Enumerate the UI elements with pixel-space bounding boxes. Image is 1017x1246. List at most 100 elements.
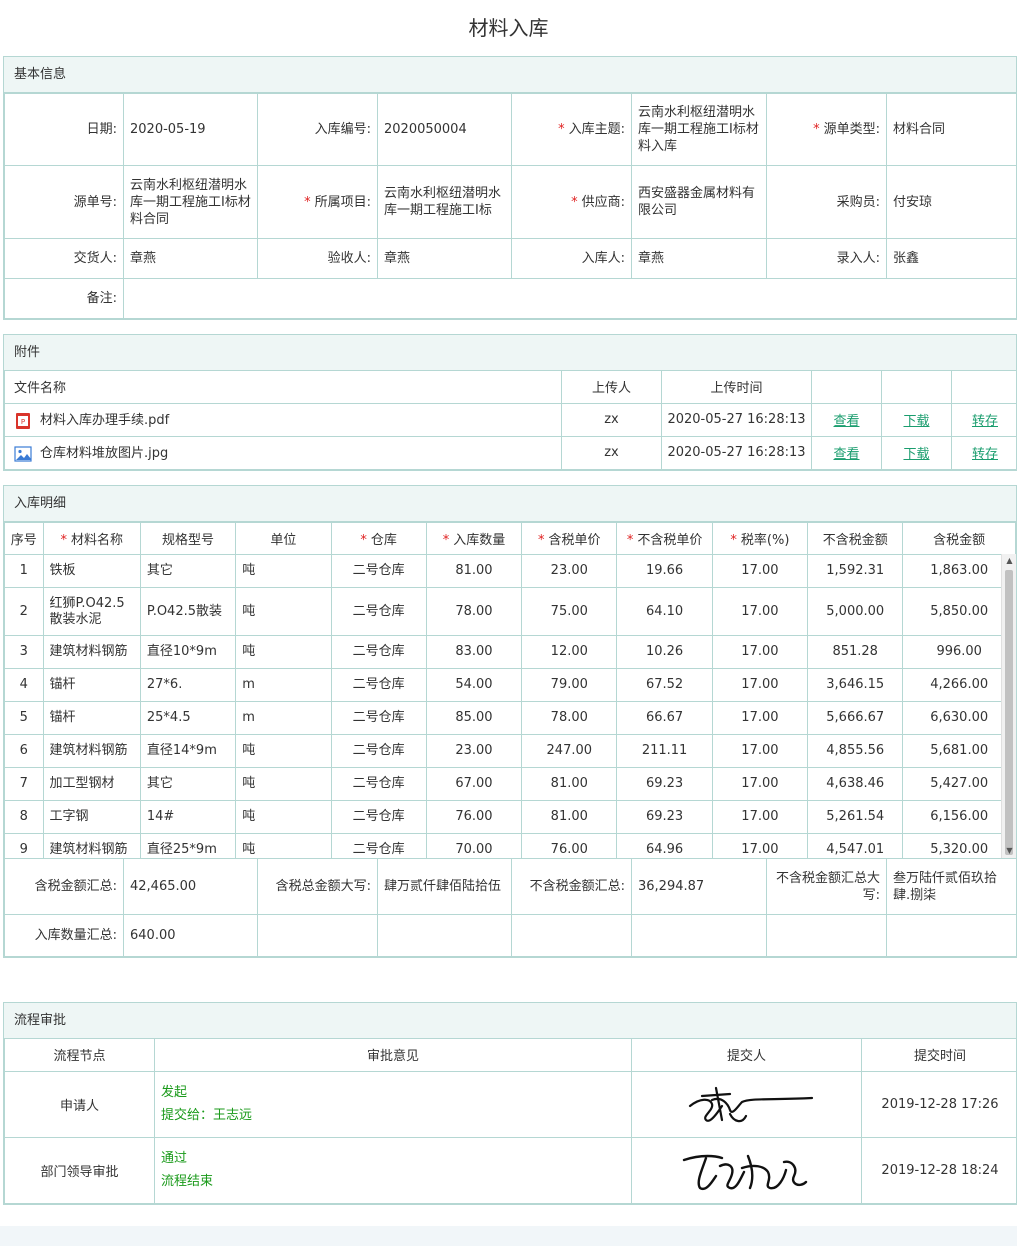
scrollbar-thumb[interactable] xyxy=(1005,570,1013,855)
detail-scrollbar[interactable]: ▲ ▼ xyxy=(1001,554,1016,858)
attachment-row: P 材料入库办理手续.pdf zx 2020-05-27 16:28:13 查看 … xyxy=(4,402,1017,437)
detail-col-header: * 材料名称 xyxy=(42,522,141,555)
detail-cell: 211.11 xyxy=(616,734,713,768)
detail-cell: 5,681.00 xyxy=(902,734,1016,768)
detail-cell: 锚杆 xyxy=(42,701,141,735)
no-label: 入库编号: xyxy=(257,93,378,166)
attachment-panel: 附件 文件名称 上传人 上传时间 P 材料入库办理手续.pdf zx 2020-0… xyxy=(3,334,1017,471)
detail-col-header: * 含税单价 xyxy=(521,522,618,555)
detail-cell: 吨 xyxy=(235,587,332,636)
detail-col-header: 单位 xyxy=(235,522,332,555)
svg-text:P: P xyxy=(21,418,25,426)
detail-cell: 54.00 xyxy=(425,668,523,702)
signature-image xyxy=(682,1154,807,1191)
download-link[interactable]: 下载 xyxy=(903,447,929,462)
detail-cell: 19.66 xyxy=(616,554,713,588)
scroll-down-icon[interactable]: ▼ xyxy=(1002,844,1016,858)
basic-info-panel: 基本信息 日期: 2020-05-19 入库编号: 2020050004 * 入库… xyxy=(3,56,1017,320)
detail-cell: 81.00 xyxy=(521,800,618,834)
buyer-label: 采购员: xyxy=(766,165,887,239)
detail-cell: 8 xyxy=(4,800,44,834)
view-link[interactable]: 查看 xyxy=(833,447,859,462)
detail-row: 9 建筑材料钢筋 直径25*9m 吨二号仓库 70.00 76.00 64.96 17.00 4… xyxy=(4,833,1016,858)
subject-value: 云南水利枢纽潜明水库一期工程施工I标材料入库 xyxy=(631,93,767,166)
flow-opinion-cell: 通过 流程结束 xyxy=(154,1136,632,1204)
supplier-label: * 供应商: xyxy=(511,165,632,239)
detail-cell: 17.00 xyxy=(711,635,809,669)
detail-cell: 69.23 xyxy=(616,767,713,801)
tax-total-value: 42,465.00 xyxy=(123,858,258,915)
col-flow-opinion: 审批意见 xyxy=(154,1039,632,1072)
detail-cell: 5,320.00 xyxy=(902,833,1016,858)
detail-cell: 直径10*9m xyxy=(139,635,237,669)
notax-total-label: 不含税金额汇总: xyxy=(511,858,632,915)
detail-cell: 17.00 xyxy=(711,767,809,801)
detail-row: 8 工字钢 14# 吨二号仓库 76.00 81.00 69.23 17.00 5,261.54… xyxy=(4,800,1016,834)
detail-cell: 6,156.00 xyxy=(902,800,1016,834)
scroll-up-icon[interactable]: ▲ xyxy=(1002,554,1016,568)
date-value: 2020-05-19 xyxy=(123,93,258,166)
flow-node-cell: 申请人 xyxy=(4,1070,155,1138)
flow-node-cell: 部门领导审批 xyxy=(4,1136,155,1204)
detail-cell: 二号仓库 xyxy=(330,734,427,768)
detail-cell: 4,547.01 xyxy=(807,833,904,858)
detail-row: 6 建筑材料钢筋 直径14*9m 吨二号仓库 23.00 247.00 211.11 17.0… xyxy=(4,734,1016,768)
detail-cell: P.O42.5散装 xyxy=(139,587,237,636)
stocker-label: 入库人: xyxy=(511,238,632,279)
detail-col-header: * 仓库 xyxy=(330,522,427,555)
detail-cell: 83.00 xyxy=(425,635,523,669)
detail-cell: 7 xyxy=(4,767,44,801)
detail-cell: 17.00 xyxy=(711,587,809,636)
transfer-link[interactable]: 转存 xyxy=(972,414,998,429)
detail-cell: 其它 xyxy=(139,767,237,801)
col-action-1 xyxy=(811,371,882,404)
detail-row: 1 铁板 其它吨二号仓库 81.00 23.00 19.66 17.00 1,592.31 1,… xyxy=(4,554,1016,588)
recorder-value: 张鑫 xyxy=(886,238,1017,279)
detail-scroll-area[interactable]: 序号 * 材料名称 规格型号 单位 * 仓库 * 入库数量 * 含税单价 * 不含税单价 * 税率(%) 不含… xyxy=(4,522,1016,858)
notax-total-cn-value: 叁万陆仟贰佰玖拾肆.捌柒 xyxy=(886,858,1017,915)
srcno-value: 云南水利枢纽潜明水库一期工程施工I标材料合同 xyxy=(123,165,258,239)
deliverer-label: 交货人: xyxy=(4,238,124,279)
detail-cell: 5,261.54 xyxy=(807,800,904,834)
detail-row: 5 锚杆 25*4.5 m 二号仓库 85.00 78.00 66.67 17.00 5,666.… xyxy=(4,701,1016,735)
col-flow-node: 流程节点 xyxy=(4,1039,155,1072)
tax-total-label: 含税金额汇总: xyxy=(4,858,124,915)
detail-cell: m xyxy=(235,701,332,735)
page-title: 材料入库 xyxy=(468,16,549,40)
stocker-value: 章燕 xyxy=(631,238,767,279)
transfer-link[interactable]: 转存 xyxy=(972,447,998,462)
signature-image xyxy=(688,1086,813,1123)
detail-header: 入库明细 xyxy=(4,486,1016,522)
detail-cell: 69.23 xyxy=(616,800,713,834)
detail-row: 2 红狮P.O42.5散装水泥 P.O42.5散装吨二号仓库 78.00 75.00 64… xyxy=(4,587,1016,636)
detail-cell: 79.00 xyxy=(521,668,618,702)
signature-cell xyxy=(631,1136,862,1204)
detail-cell: 81.00 xyxy=(521,767,618,801)
date-label: 日期: xyxy=(4,93,124,166)
supplier-value: 西安盛器金属材料有限公司 xyxy=(631,165,767,239)
detail-cell: 二号仓库 xyxy=(330,800,427,834)
col-file-name: 文件名称 xyxy=(4,371,562,404)
detail-cell: 4,855.56 xyxy=(807,734,904,768)
detail-cell: 78.00 xyxy=(425,587,523,636)
detail-panel: 入库明细 序号 * 材料名称 规格型号 单位 * 仓库 * 入库数量 * 含税单价 * 不含税单价 * 税率… xyxy=(3,485,1017,958)
srctype-value: 材料合同 xyxy=(886,93,1017,166)
detail-cell: 64.10 xyxy=(616,587,713,636)
detail-cell: 23.00 xyxy=(425,734,523,768)
view-link[interactable]: 查看 xyxy=(833,414,859,429)
col-flow-submitter: 提交人 xyxy=(631,1039,862,1072)
footer-bar xyxy=(0,1226,1017,1246)
download-link[interactable]: 下载 xyxy=(903,414,929,429)
detail-cell: 70.00 xyxy=(425,833,523,858)
detail-cell: 3,646.15 xyxy=(807,668,904,702)
flow-row: 部门领导审批 通过 流程结束 2019-12-28 18:24 xyxy=(4,1136,1017,1204)
detail-cell: 4,638.46 xyxy=(807,767,904,801)
detail-cell: 二号仓库 xyxy=(330,701,427,735)
upload-time-cell: 2020-05-27 16:28:13 xyxy=(661,435,812,470)
detail-cell: 二号仓库 xyxy=(330,833,427,858)
detail-row: 4 锚杆 27*6. m 二号仓库 54.00 79.00 67.52 17.00 3,646.1… xyxy=(4,668,1016,702)
detail-cell: 17.00 xyxy=(711,701,809,735)
detail-cell: 吨 xyxy=(235,554,332,588)
detail-cell: 851.28 xyxy=(807,635,904,669)
srcno-label: 源单号: xyxy=(4,165,124,239)
